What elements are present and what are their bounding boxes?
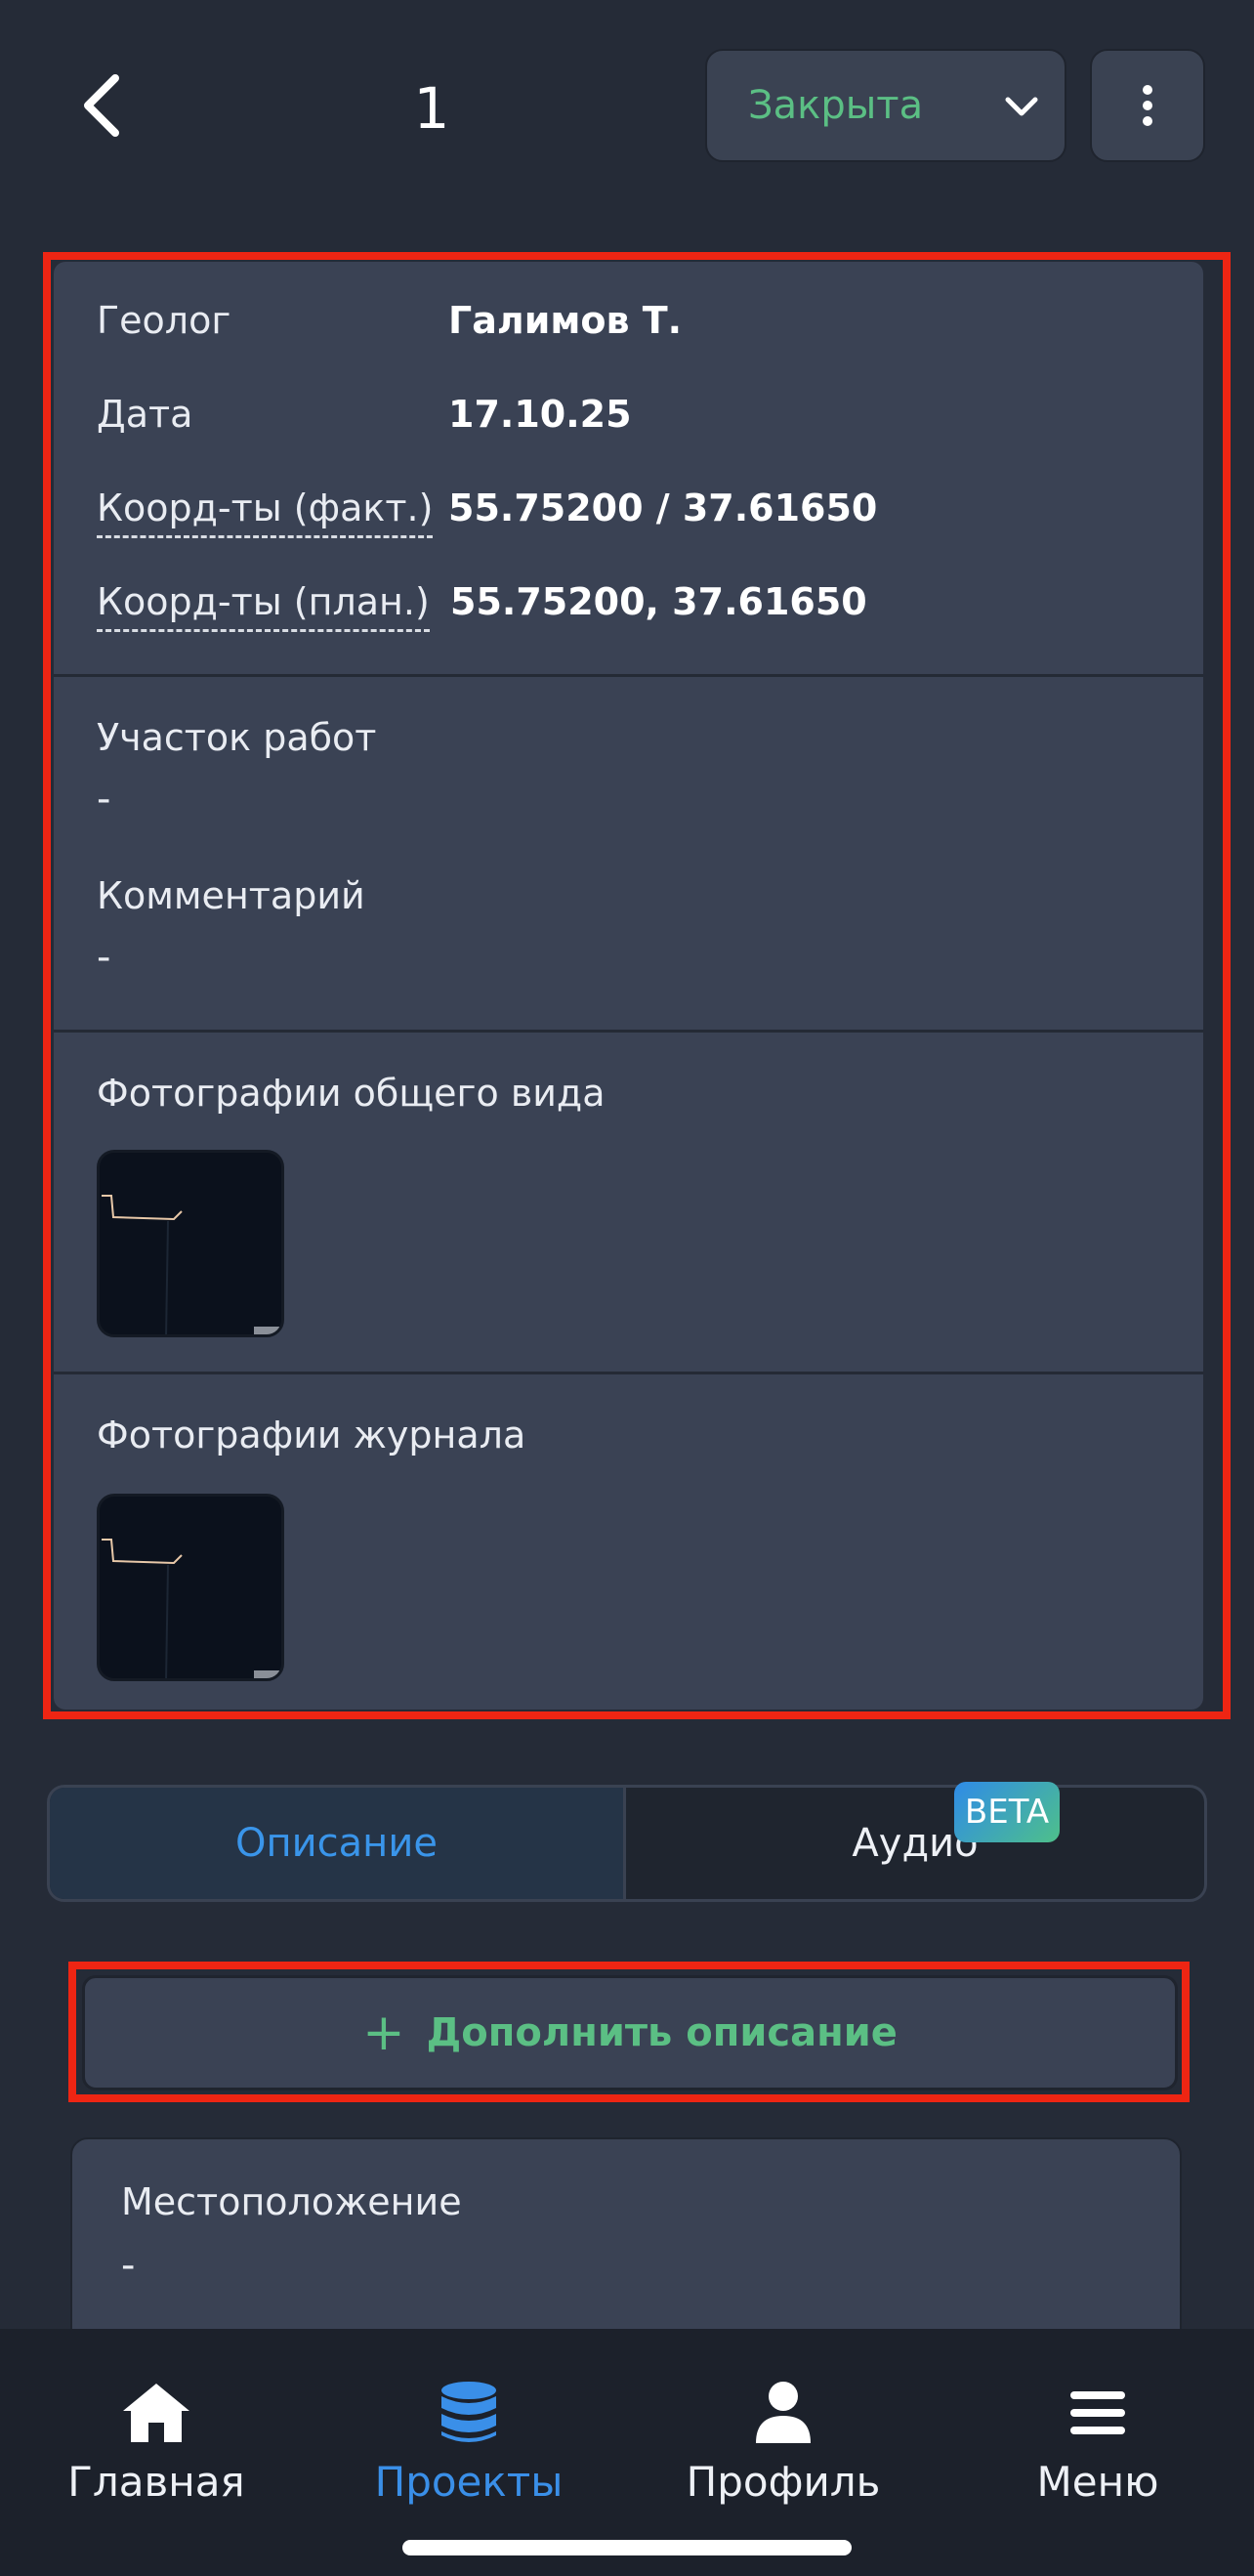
add-description-button[interactable]: + Дополнить описание	[82, 1975, 1178, 2090]
coords-fact-label[interactable]: Коорд-ты (факт.)	[97, 486, 434, 538]
geologist-value: Галимов Т.	[448, 299, 683, 342]
nav-menu[interactable]: Меню	[961, 2378, 1234, 2534]
info-section-site: Участок работ - Комментарий -	[54, 674, 1203, 1030]
back-button[interactable]	[72, 70, 135, 141]
location-label: Местоположение	[121, 2180, 462, 2223]
database-icon	[430, 2378, 508, 2448]
date-label: Дата	[97, 393, 193, 436]
nav-home[interactable]: Главная	[20, 2378, 293, 2534]
screen: 1 Закрыта Геолог Галимов Т. Дата 17.10.2…	[0, 0, 1254, 2576]
site-value: -	[97, 777, 111, 822]
general-photo-thumbnail[interactable]	[97, 1150, 284, 1337]
photo-preview-image	[102, 1539, 279, 1678]
nav-home-label: Главная	[67, 2458, 245, 2506]
coords-plan-value: 55.75200, 37.61650	[450, 580, 867, 623]
chevron-left-icon	[84, 74, 119, 137]
tab-audio[interactable]: Аудио	[626, 1788, 1204, 1899]
info-section-journal-photos: Фотографии журнала	[54, 1372, 1203, 1710]
site-label: Участок работ	[97, 716, 377, 759]
info-section-main: Геолог Галимов Т. Дата 17.10.25 Коорд-ты…	[54, 262, 1203, 674]
nav-menu-label: Меню	[1036, 2458, 1159, 2506]
home-icon	[117, 2378, 195, 2448]
status-value: Закрыта	[748, 83, 924, 128]
chevron-down-icon	[1005, 97, 1038, 116]
coords-plan-label[interactable]: Коорд-ты (план.)	[97, 580, 430, 632]
add-description-label: Дополнить описание	[426, 2010, 898, 2055]
tab-description[interactable]: Описание	[50, 1788, 626, 1899]
coords-fact-value: 55.75200 / 37.61650	[448, 486, 878, 529]
status-dropdown[interactable]: Закрыта	[705, 49, 1066, 162]
page-title: 1	[413, 75, 450, 142]
geologist-label: Геолог	[97, 299, 231, 342]
info-card: Геолог Галимов Т. Дата 17.10.25 Коорд-ты…	[54, 262, 1203, 1710]
info-section-general-photos: Фотографии общего вида	[54, 1030, 1203, 1372]
plus-icon: +	[362, 2004, 405, 2062]
more-options-button[interactable]	[1090, 49, 1205, 162]
home-indicator[interactable]	[402, 2540, 852, 2555]
general-photos-label: Фотографии общего вида	[97, 1072, 606, 1115]
more-vertical-icon	[1143, 85, 1152, 126]
tab-bar: Описание Аудио BETA	[47, 1782, 1207, 1902]
location-value: -	[121, 2243, 136, 2288]
menu-icon	[1059, 2378, 1137, 2448]
date-value: 17.10.25	[448, 393, 632, 436]
nav-projects-label: Проекты	[374, 2458, 564, 2506]
user-icon	[744, 2378, 822, 2448]
photo-preview-image	[102, 1195, 279, 1334]
journal-photos-label: Фотографии журнала	[97, 1414, 526, 1457]
comment-label: Комментарий	[97, 874, 365, 917]
beta-badge: BETA	[954, 1782, 1060, 1842]
nav-profile[interactable]: Профиль	[647, 2378, 920, 2534]
journal-photo-thumbnail[interactable]	[97, 1494, 284, 1681]
nav-projects[interactable]: Проекты	[332, 2378, 606, 2534]
comment-value: -	[97, 935, 111, 980]
nav-profile-label: Профиль	[686, 2458, 881, 2506]
